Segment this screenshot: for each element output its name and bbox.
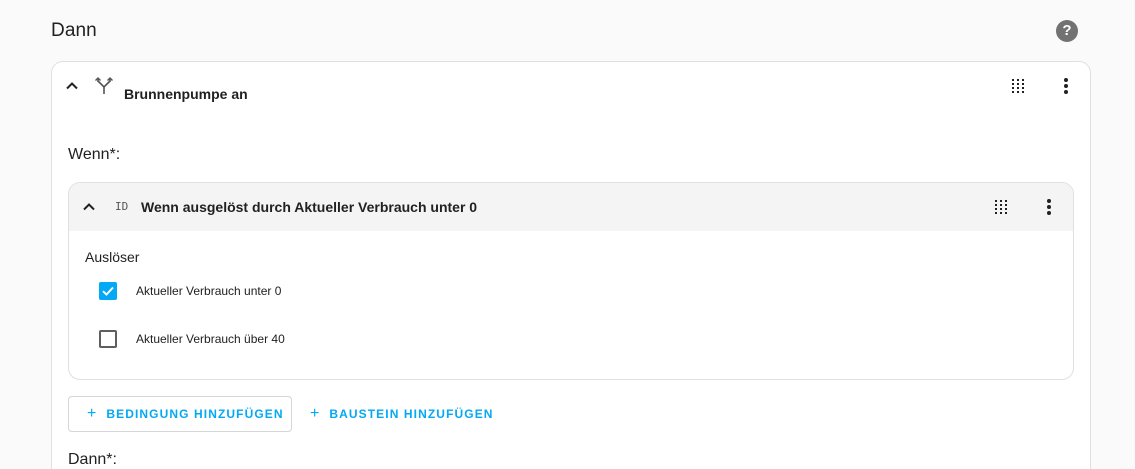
trigger-option[interactable]: Aktueller Verbrauch über 40 [99, 330, 285, 348]
plus-icon: + [87, 405, 97, 422]
action-card: Brunnenpumpe an Wenn*: ID Wenn ausgelöst… [51, 61, 1091, 469]
condition-title: Wenn ausgelöst durch Aktueller Verbrauch… [141, 199, 478, 215]
trigger-condition-card: ID Wenn ausgelöst durch Aktueller Verbra… [68, 182, 1074, 380]
action-title: Brunnenpumpe an [124, 86, 248, 102]
trigger-label: Auslöser [85, 249, 140, 265]
drag-handle-icon[interactable] [989, 195, 1013, 219]
checkbox-checked[interactable] [99, 282, 117, 300]
drag-handle-icon[interactable] [1006, 74, 1030, 98]
add-condition-label: BEDINGUNG HINZUFÜGEN [106, 407, 284, 421]
trigger-option-label: Aktueller Verbrauch über 40 [136, 332, 285, 346]
trigger-option[interactable]: Aktueller Verbrauch unter 0 [99, 282, 281, 300]
wenn-label: Wenn*: [68, 146, 121, 163]
more-vert-icon[interactable] [1054, 74, 1078, 98]
trigger-id-icon: ID [115, 200, 129, 213]
trigger-condition-header[interactable]: ID Wenn ausgelöst durch Aktueller Verbra… [69, 183, 1073, 231]
more-vert-icon[interactable] [1037, 195, 1061, 219]
help-icon[interactable]: ? [1056, 20, 1078, 42]
add-condition-button[interactable]: + BEDINGUNG HINZUFÜGEN [68, 396, 292, 432]
chevron-up-icon[interactable] [60, 74, 84, 98]
chevron-up-icon[interactable] [77, 195, 101, 219]
add-block-button[interactable]: + BAUSTEIN HINZUFÜGEN [310, 396, 494, 432]
checkbox-unchecked[interactable] [99, 330, 117, 348]
trigger-option-label: Aktueller Verbrauch unter 0 [136, 284, 282, 298]
section-title: Dann [51, 20, 97, 41]
add-block-label: BAUSTEIN HINZUFÜGEN [329, 407, 494, 421]
branch-icon [92, 74, 116, 98]
plus-icon: + [310, 405, 320, 422]
dann-label: Dann*: [68, 451, 117, 468]
